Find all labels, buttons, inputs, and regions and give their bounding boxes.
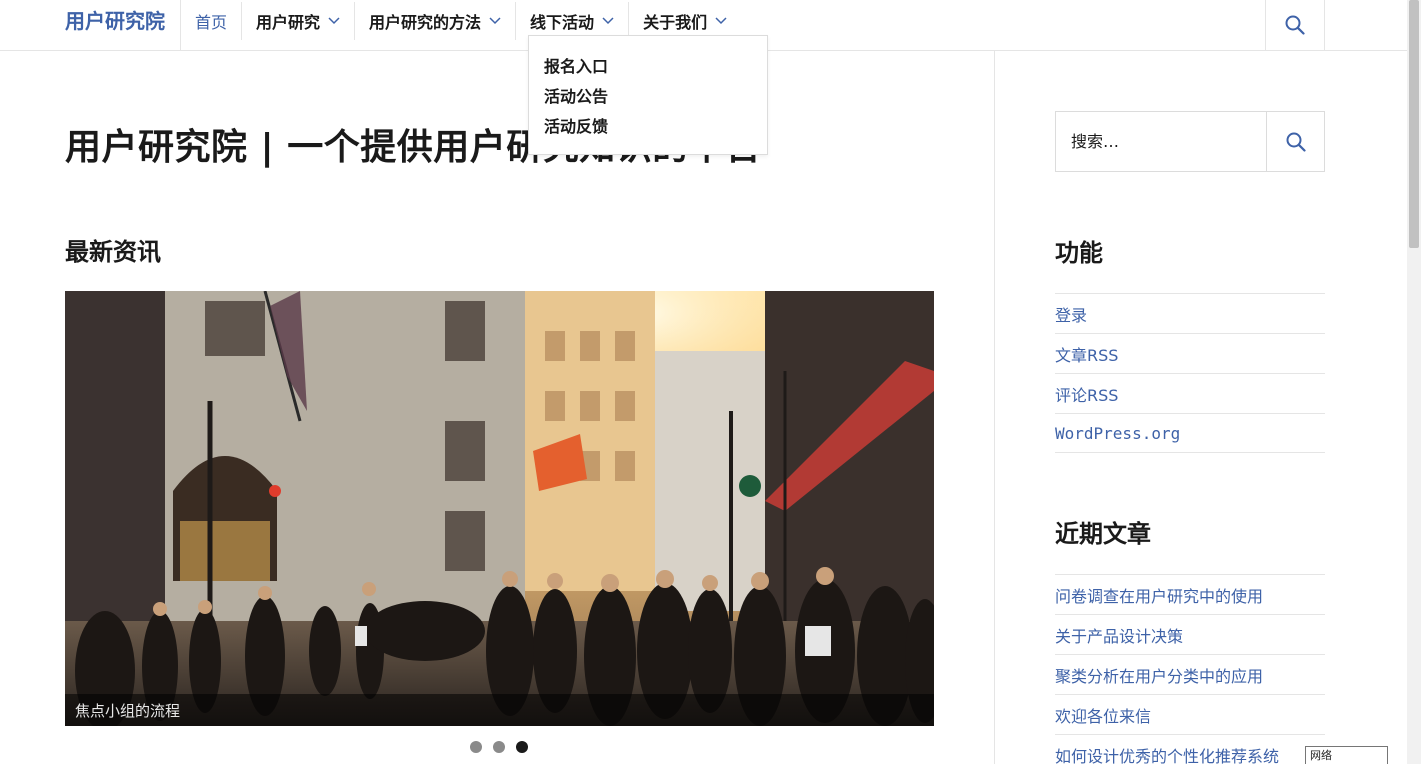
comments-rss-link[interactable]: 评论RSS — [1055, 373, 1325, 413]
login-link[interactable]: 登录 — [1055, 293, 1325, 333]
nav-label: 首页 — [195, 13, 228, 32]
slide-caption-bar: 焦点小组的流程 — [65, 694, 934, 726]
news-slider[interactable]: 焦点小组的流程 — [65, 291, 934, 726]
site-logo[interactable]: 用户研究院 — [65, 0, 165, 50]
recent-post-link[interactable]: 欢迎各位来信 — [1055, 694, 1325, 734]
search-icon — [1286, 132, 1306, 152]
chevron-down-icon — [328, 17, 340, 25]
scrollbar-thumb[interactable] — [1409, 0, 1419, 248]
slide-caption[interactable]: 焦点小组的流程 — [75, 700, 180, 721]
search-icon — [1285, 15, 1305, 35]
slider-pagination — [470, 741, 528, 753]
offline-events-dropdown: 报名入口 活动公告 活动反馈 — [528, 35, 768, 155]
recent-post-link[interactable]: 聚类分析在用户分类中的应用 — [1055, 654, 1325, 694]
nav-item-research-methods[interactable]: 用户研究的方法 — [355, 2, 517, 40]
recent-post-link[interactable]: 关于产品设计决策 — [1055, 614, 1325, 654]
network-tooltip: 网络 — [1305, 746, 1388, 764]
sidebar-search — [1055, 111, 1325, 172]
page-scrollbar[interactable] — [1407, 0, 1421, 764]
nav-label: 关于我们 — [643, 13, 708, 32]
slider-dot-2[interactable] — [493, 741, 505, 753]
nav-item-user-research[interactable]: 用户研究 — [242, 2, 356, 40]
slider-dot-3[interactable] — [516, 741, 528, 753]
dropdown-item-feedback[interactable]: 活动反馈 — [529, 115, 767, 145]
header-search-button[interactable] — [1265, 0, 1325, 50]
recent-posts-list: 问卷调查在用户研究中的使用 关于产品设计决策 聚类分析在用户分类中的应用 欢迎各… — [1055, 574, 1325, 764]
entries-rss-link[interactable]: 文章RSS — [1055, 333, 1325, 373]
search-submit-button[interactable] — [1266, 112, 1324, 171]
nav-label: 用户研究 — [256, 13, 321, 32]
street-scene-photo — [65, 291, 934, 726]
content-sidebar-divider — [994, 51, 995, 764]
search-input[interactable] — [1056, 112, 1266, 171]
slider-dot-1[interactable] — [470, 741, 482, 753]
recent-post-link[interactable]: 如何设计优秀的个性化推荐系统 — [1055, 734, 1325, 764]
dropdown-item-announcements[interactable]: 活动公告 — [529, 85, 767, 115]
chevron-down-icon — [715, 17, 727, 25]
nav-item-home[interactable]: 首页 — [181, 2, 243, 40]
functions-widget-title: 功能 — [1055, 239, 1103, 267]
chevron-down-icon — [602, 17, 614, 25]
chevron-down-icon — [489, 17, 501, 25]
recent-posts-widget-title: 近期文章 — [1055, 520, 1151, 548]
nav-label: 线下活动 — [530, 13, 595, 32]
latest-news-heading: 最新资讯 — [65, 238, 161, 266]
recent-post-link[interactable]: 问卷调查在用户研究中的使用 — [1055, 574, 1325, 614]
functions-list: 登录 文章RSS 评论RSS WordPress.org — [1055, 293, 1325, 453]
wordpress-org-link[interactable]: WordPress.org — [1055, 413, 1325, 453]
dropdown-item-signup[interactable]: 报名入口 — [529, 55, 767, 85]
nav-label: 用户研究的方法 — [369, 13, 482, 32]
